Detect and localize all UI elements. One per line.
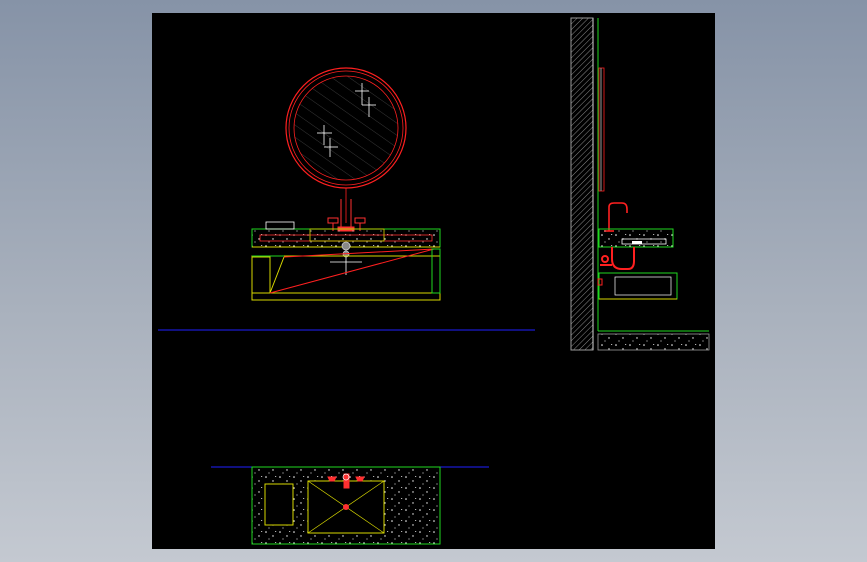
drawer-section[interactable]	[597, 272, 678, 300]
side-section-view	[570, 17, 710, 351]
wall-hatch[interactable]	[570, 17, 594, 351]
round-mirror[interactable]	[285, 67, 407, 223]
cad-drawing-area[interactable]	[152, 13, 715, 549]
floor-section[interactable]	[597, 330, 710, 351]
stone-countertop-section[interactable]	[598, 228, 674, 248]
drawing-canvas	[158, 17, 710, 545]
faucet-front[interactable]	[327, 199, 366, 232]
faucet-section[interactable]	[604, 202, 628, 232]
mirror-edge-section[interactable]	[598, 67, 605, 192]
drain-trap-section[interactable]	[600, 247, 635, 270]
plan-view	[251, 466, 441, 545]
soap-tray-plan[interactable]	[264, 483, 294, 526]
drain-icon	[343, 504, 349, 510]
front-elevation-view	[251, 67, 441, 301]
sink-basin-plan[interactable]	[307, 480, 385, 534]
